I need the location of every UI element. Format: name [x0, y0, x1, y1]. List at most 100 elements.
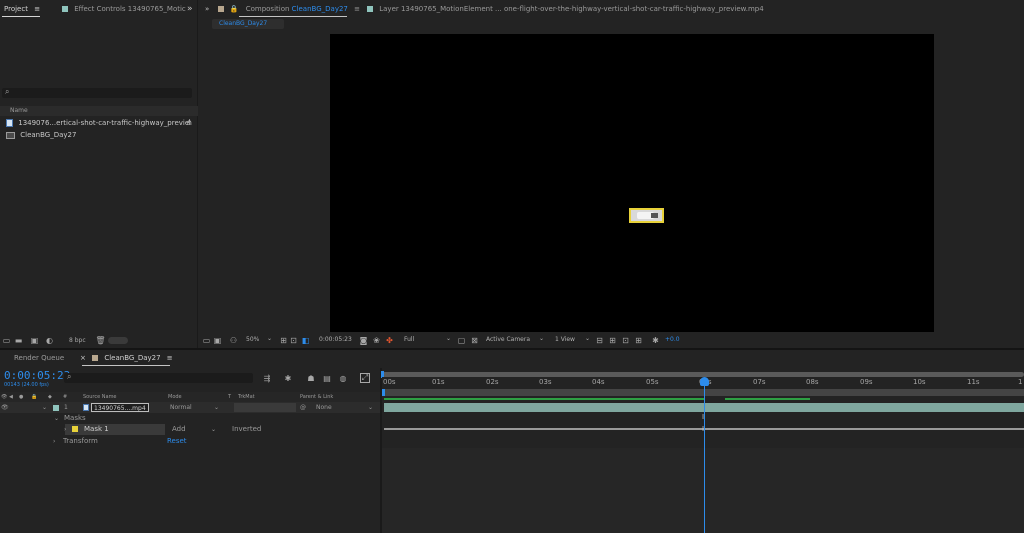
- mask-keyframe-marker[interactable]: I: [702, 425, 704, 433]
- column-trkmat[interactable]: TrkMat: [238, 392, 255, 402]
- close-icon[interactable]: ×: [80, 354, 86, 362]
- frame-blending-icon[interactable]: ▤: [322, 373, 332, 383]
- chevron-down-icon[interactable]: ⌄: [211, 424, 216, 435]
- preview-icon[interactable]: ▭: [202, 335, 211, 345]
- motion-blur-icon[interactable]: ◍: [338, 373, 348, 383]
- composition-mini-flowchart-icon[interactable]: ⇶: [262, 373, 272, 383]
- project-item-composition[interactable]: CleanBG_Day27: [6, 130, 196, 141]
- pixel-aspect-icon[interactable]: ⊟: [595, 335, 604, 345]
- viewer-subtab[interactable]: CleanBG_Day27: [212, 19, 284, 29]
- work-area-bar[interactable]: [382, 389, 1024, 396]
- work-area-start[interactable]: [382, 389, 385, 396]
- expand-icon[interactable]: »: [205, 5, 209, 13]
- trash-icon[interactable]: 🗑: [95, 336, 105, 345]
- chevron-down-icon[interactable]: ⌄: [368, 402, 373, 413]
- chevron-down-icon[interactable]: ⌄: [214, 402, 219, 413]
- column-parent-link[interactable]: Parent & Link: [300, 392, 333, 402]
- column-t[interactable]: T: [228, 392, 231, 402]
- layer-label-color[interactable]: [53, 405, 59, 411]
- mask-inverted-toggle[interactable]: Inverted: [232, 424, 261, 435]
- camera-snapshot-icon[interactable]: ◙: [359, 335, 368, 345]
- column-source-name[interactable]: Source Name: [83, 392, 117, 402]
- project-item-footage[interactable]: 1349076...ertical-shot-car-traffic-highw…: [6, 118, 196, 129]
- bpc-button[interactable]: 8 bpc: [66, 336, 89, 345]
- playhead-handle[interactable]: [700, 377, 709, 386]
- lock-column-icon[interactable]: 🔒: [31, 392, 37, 402]
- zoom-dropdown[interactable]: 50%: [246, 336, 259, 343]
- composition-canvas[interactable]: [330, 34, 934, 332]
- chevron-down-icon[interactable]: ⌄: [446, 335, 451, 342]
- column-number[interactable]: #: [63, 392, 67, 402]
- chevron-down-icon[interactable]: ⌄: [539, 335, 544, 342]
- layer-mode-dropdown[interactable]: Normal: [170, 402, 192, 413]
- region-of-interest-icon[interactable]: ⊡: [289, 335, 298, 345]
- shy-layers-icon[interactable]: ☗: [306, 373, 316, 383]
- chevron-down-icon[interactable]: ⌄: [267, 335, 272, 342]
- mask-outline[interactable]: [629, 208, 664, 223]
- lock-icon[interactable]: 🔒: [230, 5, 239, 13]
- eye-icon[interactable]: 👁: [1, 402, 9, 413]
- flowchart-icon[interactable]: ⋔: [186, 118, 193, 127]
- show-snapshot-icon[interactable]: ❀: [372, 335, 381, 345]
- panel-menu-icon[interactable]: ≡: [167, 354, 173, 362]
- label-tag-icon[interactable]: ◆: [48, 392, 52, 402]
- target-region-icon[interactable]: ▢: [457, 335, 466, 345]
- new-folder-icon[interactable]: ▬: [14, 336, 23, 345]
- column-mode[interactable]: Mode: [168, 392, 182, 402]
- chevron-right-icon[interactable]: ›: [64, 424, 66, 435]
- viewer-timecode[interactable]: 0:00:05:23: [319, 336, 352, 343]
- toggle-transparency-icon[interactable]: ⊠: [470, 335, 479, 345]
- comp-flowchart-icon[interactable]: ⊞: [634, 335, 643, 345]
- playhead-line[interactable]: [704, 380, 705, 533]
- color-settings-icon[interactable]: ◐: [45, 336, 54, 345]
- layer-parent-dropdown[interactable]: None: [316, 402, 332, 413]
- panel-menu-icon[interactable]: ≡: [34, 5, 40, 13]
- transparency-grid-icon[interactable]: ◧: [301, 335, 310, 345]
- tab-effect-controls[interactable]: Effect Controls 13490765_Motic: [62, 0, 186, 18]
- timeline-icon[interactable]: ⊡: [621, 335, 630, 345]
- view-layout-dropdown[interactable]: 1 View: [555, 336, 575, 343]
- audio-icon[interactable]: ◀: [9, 392, 13, 402]
- chevron-right-icon[interactable]: ›: [53, 436, 55, 447]
- resolution-dropdown[interactable]: Full: [404, 336, 414, 343]
- video-visibility-icon[interactable]: 👁: [1, 392, 7, 402]
- chevron-down-icon[interactable]: ⌄: [42, 402, 47, 413]
- interpret-footage-icon[interactable]: ▭: [2, 336, 11, 345]
- timeline-timecode[interactable]: 0:00:05:23: [4, 369, 70, 382]
- reset-exposure-icon[interactable]: ✱: [651, 335, 660, 345]
- mask-mode-dropdown[interactable]: Add: [172, 424, 186, 435]
- layer-source-name[interactable]: 13490765....mp4: [91, 403, 149, 412]
- tab-render-queue[interactable]: Render Queue: [14, 354, 64, 362]
- column-header-name[interactable]: Name: [0, 106, 198, 116]
- expand-panel-icon[interactable]: »: [187, 4, 193, 14]
- transform-row[interactable]: › Transform Reset: [0, 436, 380, 447]
- draft-3d-icon[interactable]: ✱: [283, 373, 293, 383]
- color-channel-icon[interactable]: ✤: [385, 335, 394, 345]
- masks-group-row[interactable]: ⌄ Masks: [0, 413, 380, 424]
- solo-icon[interactable]: ●: [19, 392, 23, 402]
- graph-editor-icon[interactable]: ⤢: [360, 373, 370, 383]
- mask-name[interactable]: Mask 1: [84, 424, 109, 435]
- scroll-pill[interactable]: [108, 337, 128, 344]
- mask-row[interactable]: › Mask 1 Add ⌄ Inverted: [0, 424, 380, 435]
- exposure-value[interactable]: +0.0: [665, 336, 680, 343]
- mask-visibility-icon[interactable]: ⚇: [229, 335, 238, 345]
- chevron-down-icon[interactable]: ⌄: [54, 413, 59, 424]
- fast-previews-icon[interactable]: ⊞: [608, 335, 617, 345]
- panel-menu-icon[interactable]: ≡: [354, 5, 360, 13]
- safe-zones-icon[interactable]: ⊞: [279, 335, 288, 345]
- tab-layer[interactable]: Layer 13490765_MotionElement ... one-fli…: [367, 0, 764, 18]
- new-composition-icon[interactable]: ▣: [30, 336, 39, 345]
- camera-dropdown[interactable]: Active Camera: [486, 336, 530, 343]
- chevron-down-icon[interactable]: ⌄: [585, 335, 590, 342]
- timeline-search-field[interactable]: ⌕: [64, 372, 253, 383]
- keyframe-marker[interactable]: I: [702, 413, 704, 421]
- tab-timeline-comp[interactable]: × CleanBG_Day27 ≡: [80, 354, 173, 362]
- transform-reset-link[interactable]: Reset: [167, 436, 187, 447]
- layer-row[interactable]: 👁 ⌄ 1 13490765....mp4 Normal ⌄ @ None ⌄: [0, 402, 380, 413]
- trkmat-field[interactable]: [234, 403, 296, 412]
- snapshot-icon[interactable]: ▣: [213, 335, 222, 345]
- pick-whip-icon[interactable]: @: [300, 402, 306, 413]
- project-search-field[interactable]: ⌕: [2, 87, 192, 98]
- mask-color-swatch[interactable]: [72, 426, 78, 432]
